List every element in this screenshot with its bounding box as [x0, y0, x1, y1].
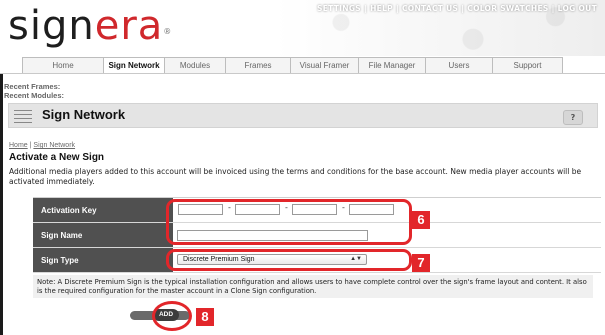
logo-part-1: sign — [8, 3, 95, 49]
sign-type-note: Note: A Discrete Premium Sign is the typ… — [33, 275, 593, 298]
top-nav-contact-us[interactable]: CONTACT US — [402, 4, 458, 13]
sign-name-label: Sign Name — [33, 223, 173, 247]
tab-file-manager[interactable]: File Manager — [358, 57, 426, 73]
nav-separator: | — [395, 4, 399, 13]
menu-icon[interactable] — [14, 110, 32, 123]
header: signera® SETTINGS | HELP | CONTACT US | COLOR … — [0, 0, 605, 56]
top-nav: SETTINGS | HELP | CONTACT US | COLOR SWATCHES |… — [317, 4, 597, 13]
tab-divider — [0, 73, 605, 74]
annotation-badge-7: 7 — [412, 254, 430, 272]
nav-separator: | — [364, 4, 368, 13]
nav-separator: | — [551, 4, 555, 13]
app-frame: signera® SETTINGS | HELP | CONTACT US | COLOR … — [0, 0, 605, 335]
main-tabs: Home Sign Network Modules Frames Visual … — [22, 57, 563, 73]
section-description: Additional media players added to this a… — [9, 167, 582, 186]
tab-visual-framer[interactable]: Visual Framer — [290, 57, 359, 73]
annotation-badge-8: 8 — [196, 308, 214, 326]
recent-links: Recent Frames: Recent Modules: — [4, 82, 64, 100]
logo-part-2: era — [94, 3, 164, 49]
top-nav-color-swatches[interactable]: COLOR SWATCHES — [467, 4, 548, 13]
page-title: Sign Network — [42, 107, 126, 122]
tab-modules[interactable]: Modules — [164, 57, 226, 73]
top-nav-help[interactable]: HELP — [370, 4, 393, 13]
top-nav-settings[interactable]: SETTINGS — [317, 4, 361, 13]
nav-separator: | — [461, 4, 465, 13]
breadcrumb-sign-network[interactable]: Sign Network — [33, 142, 75, 149]
annotation-circle-8 — [152, 301, 192, 331]
activation-key-label: Activation Key — [33, 198, 173, 222]
tab-home[interactable]: Home — [22, 57, 104, 73]
annotation-box-6 — [166, 199, 412, 245]
left-edge-bar — [0, 74, 3, 335]
top-nav-log-out[interactable]: LOG OUT — [558, 4, 597, 13]
annotation-box-7 — [166, 249, 412, 271]
tab-users[interactable]: Users — [425, 57, 493, 73]
help-button[interactable]: ? — [563, 110, 583, 125]
tab-frames[interactable]: Frames — [225, 57, 291, 73]
annotation-badge-6: 6 — [412, 211, 430, 229]
sign-type-label: Sign Type — [33, 248, 173, 272]
page-banner: Sign Network ? — [8, 103, 598, 128]
recent-frames-label: Recent Frames: — [4, 82, 61, 91]
section-heading: Activate a New Sign — [9, 152, 105, 163]
tab-sign-network[interactable]: Sign Network — [103, 57, 165, 73]
recent-modules-label: Recent Modules: — [4, 91, 65, 100]
logo[interactable]: signera® — [8, 4, 172, 48]
breadcrumb-home[interactable]: Home — [9, 142, 28, 149]
breadcrumb: Home | Sign Network — [9, 142, 75, 149]
tab-support[interactable]: Support — [492, 57, 563, 73]
logo-registered-mark: ® — [163, 27, 173, 36]
